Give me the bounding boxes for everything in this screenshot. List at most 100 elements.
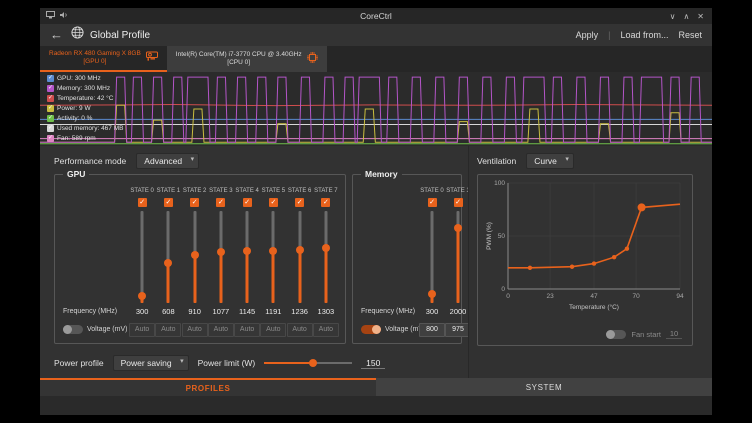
chevron-down-icon: ▾ bbox=[191, 155, 195, 163]
legend-item[interactable]: ✓Used memory: 467 MB bbox=[47, 124, 123, 133]
frequency-slider[interactable] bbox=[162, 211, 174, 303]
voltage-value[interactable]: Auto bbox=[287, 323, 313, 337]
voltage-value[interactable]: Auto bbox=[182, 323, 208, 337]
apply-button[interactable]: Apply bbox=[576, 30, 599, 40]
ventilation-label: Ventilation bbox=[477, 156, 516, 166]
legend-checkbox[interactable]: ✓ bbox=[47, 115, 54, 122]
state-checkbox[interactable]: ✓ bbox=[138, 198, 147, 207]
frequency-slider[interactable] bbox=[267, 211, 279, 303]
fan-start-value[interactable]: 10 bbox=[666, 329, 682, 339]
fan-curve-group: 023477094050100Temperature (°C)PWM (%) F… bbox=[477, 174, 693, 346]
legend-item[interactable]: ✓Activity: 0 % bbox=[47, 114, 123, 123]
state-checkbox[interactable]: ✓ bbox=[454, 198, 463, 207]
slider-fill bbox=[193, 255, 196, 303]
voltage-value[interactable]: 800 bbox=[419, 323, 445, 337]
ventilation-mode-select[interactable]: Curve ▾ bbox=[526, 153, 574, 169]
ventilation-mode-value: Curve bbox=[534, 156, 557, 166]
state-checkbox[interactable]: ✓ bbox=[243, 198, 252, 207]
sensor-monitor-graph[interactable]: ✓GPU: 300 MHz✓Memory: 300 MHz✓Temperatur… bbox=[40, 72, 712, 147]
legend-item[interactable]: ✓GPU: 300 MHz bbox=[47, 74, 123, 83]
frequency-value: 1236 bbox=[291, 305, 308, 319]
close-window-button[interactable]: ✕ bbox=[697, 12, 704, 21]
profile-title: Global Profile bbox=[90, 30, 150, 41]
legend-checkbox[interactable]: ✓ bbox=[47, 135, 54, 142]
power-limit-handle[interactable] bbox=[309, 359, 317, 367]
state-checkbox[interactable]: ✓ bbox=[428, 198, 437, 207]
toolbar-separator: | bbox=[608, 30, 610, 40]
status-bar bbox=[40, 396, 712, 415]
legend-item[interactable]: ✓Temperature: 42 °C bbox=[47, 94, 123, 103]
tab-cpu-device[interactable]: Intel(R) Core(TM) i7-3770 CPU @ 3.40GHz … bbox=[167, 46, 327, 72]
voltage-value[interactable]: Auto bbox=[129, 323, 155, 337]
slider-track bbox=[141, 211, 144, 303]
voltage-value[interactable]: Auto bbox=[208, 323, 234, 337]
frequency-slider[interactable] bbox=[320, 211, 332, 303]
power-limit-value[interactable]: 150 bbox=[361, 358, 385, 369]
legend-item[interactable]: ✓Memory: 300 MHz bbox=[47, 84, 123, 93]
svg-text:50: 50 bbox=[498, 233, 506, 240]
legend-item[interactable]: ✓Fan: 589 rpm bbox=[47, 134, 123, 143]
slider-handle[interactable] bbox=[243, 247, 251, 255]
load-from-button[interactable]: Load from... bbox=[620, 30, 668, 40]
maximize-window-button[interactable]: ∧ bbox=[683, 12, 689, 21]
legend-label: GPU: 300 MHz bbox=[57, 75, 101, 82]
legend-item[interactable]: ✓Power: 9 W bbox=[47, 104, 123, 113]
state-label: STATE 7 bbox=[314, 187, 337, 196]
voltage-value[interactable]: Auto bbox=[155, 323, 181, 337]
performance-mode-select[interactable]: Advanced ▾ bbox=[136, 153, 199, 169]
bottom-tabbar: PROFILES SYSTEM bbox=[40, 378, 712, 396]
state-checkbox[interactable]: ✓ bbox=[216, 198, 225, 207]
frequency-slider[interactable] bbox=[294, 211, 306, 303]
slider-handle[interactable] bbox=[269, 247, 277, 255]
power-profile-select[interactable]: Power saving ▾ bbox=[113, 355, 189, 371]
legend-label: Memory: 300 MHz bbox=[57, 85, 110, 92]
back-button[interactable]: ← bbox=[50, 24, 63, 46]
tab-gpu-device[interactable]: Radeon RX 480 Gaming X 8GB [GPU 0] bbox=[40, 46, 167, 72]
fan-start-toggle[interactable] bbox=[606, 330, 626, 339]
slider-handle[interactable] bbox=[164, 259, 172, 267]
state-column: STATE 7 ✓ 1303 Auto bbox=[313, 187, 339, 337]
state-checkbox[interactable]: ✓ bbox=[295, 198, 304, 207]
frequency-slider[interactable] bbox=[241, 211, 253, 303]
state-checkbox[interactable]: ✓ bbox=[269, 198, 278, 207]
frequency-slider[interactable] bbox=[136, 211, 148, 303]
device-tabbar: Radeon RX 480 Gaming X 8GB [GPU 0] Intel… bbox=[40, 46, 712, 72]
memory-states: STATE 0✓300800STATE 1✓2000975 bbox=[419, 187, 471, 337]
reset-button[interactable]: Reset bbox=[678, 30, 702, 40]
slider-handle[interactable] bbox=[296, 246, 304, 254]
tab-system[interactable]: SYSTEM bbox=[376, 378, 712, 396]
state-column: STATE 1✓608Auto bbox=[155, 187, 181, 337]
chevron-down-icon: ▾ bbox=[180, 357, 184, 365]
slider-handle[interactable] bbox=[191, 251, 199, 259]
slider-handle[interactable] bbox=[138, 292, 146, 300]
legend-checkbox[interactable]: ✓ bbox=[47, 85, 54, 92]
state-checkbox[interactable]: ✓ bbox=[321, 198, 330, 207]
frequency-value: 1145 bbox=[239, 305, 255, 319]
frequency-slider[interactable] bbox=[189, 211, 201, 303]
frequency-slider[interactable] bbox=[215, 211, 227, 303]
tab-profiles[interactable]: PROFILES bbox=[40, 378, 376, 396]
frequency-value: 1303 bbox=[318, 305, 335, 319]
slider-handle[interactable] bbox=[428, 290, 436, 298]
voltage-value[interactable]: Auto bbox=[234, 323, 260, 337]
frequency-value: 300 bbox=[426, 305, 439, 319]
shade-window-button[interactable]: ∨ bbox=[670, 12, 676, 21]
state-checkbox[interactable]: ✓ bbox=[164, 198, 173, 207]
power-limit-slider[interactable] bbox=[264, 357, 352, 369]
legend-checkbox[interactable]: ✓ bbox=[47, 75, 54, 82]
frequency-slider[interactable] bbox=[452, 211, 464, 303]
voltage-value[interactable]: Auto bbox=[260, 323, 286, 337]
slider-handle[interactable] bbox=[454, 224, 462, 232]
legend-checkbox[interactable]: ✓ bbox=[47, 105, 54, 112]
state-checkbox[interactable]: ✓ bbox=[190, 198, 199, 207]
memory-voltage-toggle[interactable] bbox=[361, 325, 381, 334]
legend-checkbox[interactable]: ✓ bbox=[47, 95, 54, 102]
slider-handle[interactable] bbox=[322, 244, 330, 252]
voltage-value[interactable]: Auto bbox=[313, 323, 339, 337]
slider-handle[interactable] bbox=[217, 248, 225, 256]
legend-checkbox[interactable]: ✓ bbox=[47, 125, 54, 132]
svg-text:23: 23 bbox=[546, 293, 554, 300]
gpu-voltage-toggle[interactable] bbox=[63, 325, 83, 334]
frequency-slider[interactable] bbox=[426, 211, 438, 303]
fan-curve-chart[interactable]: 023477094050100Temperature (°C)PWM (%) bbox=[484, 177, 686, 311]
